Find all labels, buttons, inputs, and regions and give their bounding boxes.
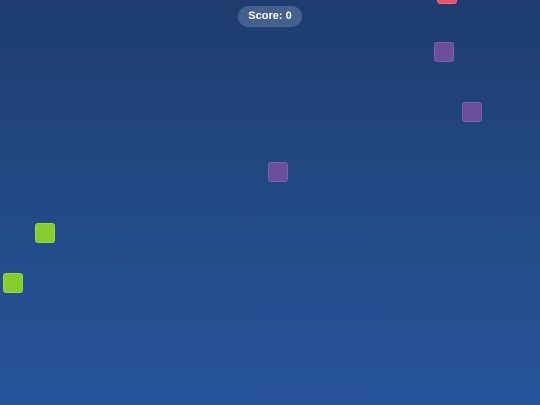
green-block [3, 273, 23, 293]
red-block [437, 0, 457, 4]
score-label: Score: [248, 10, 286, 22]
green-block [35, 223, 55, 243]
score-value: 0 [285, 10, 292, 22]
purple-block [434, 42, 454, 62]
purple-block [462, 102, 482, 122]
score-display: Score: 0 [238, 6, 302, 27]
game-canvas[interactable]: Score: 0 [0, 0, 540, 405]
purple-block [268, 162, 288, 182]
